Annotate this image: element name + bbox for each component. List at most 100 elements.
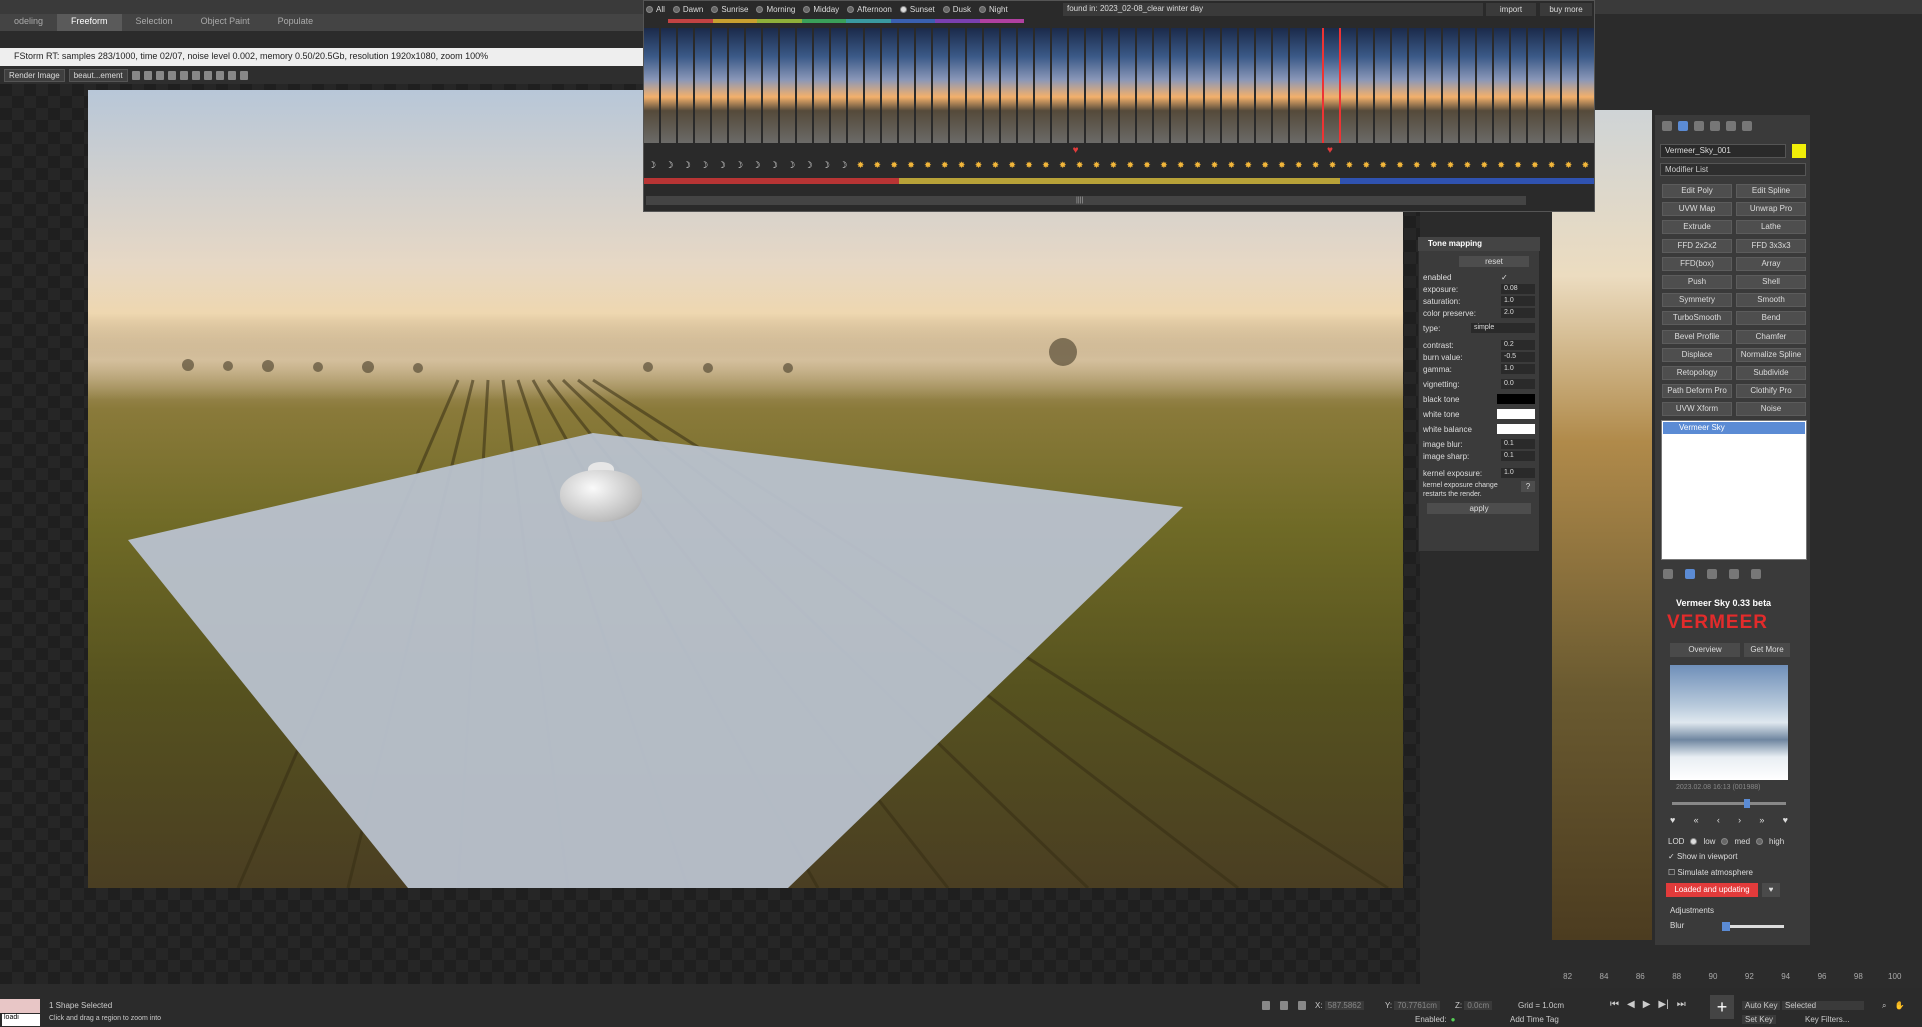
sky-thumbnail[interactable] xyxy=(1188,28,1203,143)
save-icon[interactable] xyxy=(131,70,140,80)
filter-night[interactable]: Night xyxy=(979,5,1008,14)
lod-med-radio[interactable] xyxy=(1721,838,1729,845)
burn-value-spinner[interactable]: -0.5 xyxy=(1501,352,1535,362)
sky-thumbnail[interactable] xyxy=(865,28,880,143)
sky-thumbnail[interactable] xyxy=(967,28,982,143)
modifier-button-displace[interactable]: Displace xyxy=(1662,347,1732,362)
enabled-dot-icon[interactable]: ● xyxy=(1451,1015,1456,1024)
sky-thumbnail[interactable] xyxy=(814,28,829,143)
tab-object-paint[interactable]: Object Paint xyxy=(187,14,264,31)
filter-morning[interactable]: Morning xyxy=(756,5,795,14)
filter-radio-icon[interactable] xyxy=(672,6,680,13)
isolate-icon[interactable] xyxy=(1262,1001,1270,1010)
sky-thumbnail[interactable] xyxy=(1086,28,1101,143)
filter-sunset[interactable]: Sunset xyxy=(899,5,935,14)
sky-thumbnail[interactable] xyxy=(1392,28,1407,143)
import-button[interactable]: import xyxy=(1486,3,1536,16)
x-coordinate[interactable]: X: 587.5862 xyxy=(1315,1001,1365,1010)
modifier-button-uvw-xform[interactable]: UVW Xform xyxy=(1662,402,1732,417)
sky-thumbnail[interactable] xyxy=(729,28,744,143)
sky-thumbnail[interactable] xyxy=(950,28,965,143)
maxscript-listener[interactable] xyxy=(0,999,40,1013)
sky-thumbnail[interactable] xyxy=(678,28,693,143)
sky-thumbnail[interactable] xyxy=(1035,28,1050,143)
modifier-button-edit-spline[interactable]: Edit Spline xyxy=(1736,184,1806,198)
lens-icon[interactable] xyxy=(239,70,248,80)
sky-thumbnail[interactable] xyxy=(1069,28,1084,143)
filter-dusk[interactable]: Dusk xyxy=(942,5,971,14)
filter-radio-icon[interactable] xyxy=(711,6,719,13)
sky-thumbnail[interactable] xyxy=(899,28,914,143)
sky-thumbnail[interactable] xyxy=(1307,28,1322,143)
go-to-end-icon[interactable]: ⏭ xyxy=(1677,999,1686,1010)
sky-thumbnail[interactable] xyxy=(1290,28,1305,143)
vignetting-spinner[interactable]: 0.0 xyxy=(1501,379,1535,389)
add-time-tag[interactable]: Add Time Tag xyxy=(1510,1015,1559,1024)
exposure-spinner[interactable]: 0.08 xyxy=(1501,284,1535,294)
absolute-mode-icon[interactable] xyxy=(1298,1001,1306,1010)
tab-modeling[interactable]: odeling xyxy=(0,14,57,31)
white-tone-swatch[interactable] xyxy=(1497,409,1535,419)
skip-forward-icon[interactable]: » xyxy=(1759,815,1764,827)
modifier-button-symmetry[interactable]: Symmetry xyxy=(1662,293,1732,308)
channel-select[interactable]: Render Image xyxy=(4,68,65,82)
lod-low-radio[interactable] xyxy=(1690,838,1698,845)
skip-back-icon[interactable]: « xyxy=(1694,815,1699,827)
simulate-atmosphere-checkbox[interactable]: ☐ Simulate atmosphere xyxy=(1668,868,1753,877)
sky-thumbnail[interactable] xyxy=(780,28,795,143)
auto-key-button[interactable]: Auto Key xyxy=(1742,1001,1781,1010)
maxscript-mini[interactable]: loadi xyxy=(2,1014,40,1026)
lock-icon[interactable] xyxy=(1280,1001,1288,1010)
tab-selection[interactable]: Selection xyxy=(122,14,187,31)
sky-thumbnail[interactable] xyxy=(1426,28,1441,143)
key-mode-dropdown[interactable]: Selected xyxy=(1782,1001,1864,1010)
sky-thumbnail[interactable] xyxy=(1477,28,1492,143)
image-sharp-spinner[interactable]: 0.1 xyxy=(1501,451,1535,461)
filter-midday[interactable]: Midday xyxy=(803,5,839,14)
filter-radio-icon[interactable] xyxy=(803,6,811,13)
help-button[interactable]: ? xyxy=(1521,481,1535,492)
y-coordinate[interactable]: Y: 70.7761cm xyxy=(1385,1001,1440,1010)
sky-thumbnail[interactable] xyxy=(1579,28,1594,143)
saturation-spinner[interactable]: 1.0 xyxy=(1501,296,1535,306)
modifier-button-chamfer[interactable]: Chamfer xyxy=(1736,329,1806,344)
remove-modifier-icon[interactable] xyxy=(1729,569,1739,579)
sky-thumbnail[interactable] xyxy=(1562,28,1577,143)
pause-icon[interactable] xyxy=(191,70,200,80)
sky-thumbnail[interactable] xyxy=(695,28,710,143)
filter-radio-icon[interactable] xyxy=(646,6,653,13)
modifier-button-turbosmooth[interactable]: TurboSmooth xyxy=(1662,311,1732,326)
play-icon[interactable]: ▶ xyxy=(1643,999,1651,1010)
color-preserve-spinner[interactable]: 2.0 xyxy=(1501,308,1535,318)
modifier-button-shell[interactable]: Shell xyxy=(1736,275,1806,289)
modifier-button-normalize-spline[interactable]: Normalize Spline xyxy=(1736,347,1806,362)
found-in-dropdown[interactable]: found in: 2023_02-08_clear winter day xyxy=(1063,3,1483,16)
settings-icon[interactable] xyxy=(227,70,236,80)
overview-button[interactable]: Overview xyxy=(1670,643,1740,657)
sky-thumbnail[interactable] xyxy=(1545,28,1560,143)
modify-icon[interactable] xyxy=(1678,121,1688,131)
filter-radio-icon[interactable] xyxy=(899,6,907,13)
sky-thumbnail[interactable] xyxy=(1375,28,1390,143)
show-in-viewport-checkbox[interactable]: ✓ Show in viewport xyxy=(1668,852,1737,861)
modifier-button-subdivide[interactable]: Subdivide xyxy=(1736,366,1806,380)
favorite-prev-icon[interactable]: ♥ xyxy=(1670,815,1675,827)
timeline-ruler[interactable]: 82 84 86 88 90 92 94 96 98 100 xyxy=(1550,960,1922,988)
prev-icon[interactable]: ‹ xyxy=(1717,815,1720,827)
display-icon[interactable] xyxy=(1726,121,1736,131)
modifier-stack[interactable] xyxy=(1661,420,1807,560)
modifier-button-path-deform-pro[interactable]: Path Deform Pro xyxy=(1662,384,1732,399)
pan-icon[interactable]: ✋ xyxy=(1894,1001,1904,1011)
show-end-result-icon[interactable] xyxy=(1685,569,1695,579)
zoom-icon[interactable] xyxy=(215,70,224,80)
sky-thumbnail[interactable] xyxy=(1443,28,1458,143)
blur-slider[interactable] xyxy=(1722,922,1784,931)
enabled-checkbox[interactable]: ✓ xyxy=(1501,273,1535,282)
vermeer-rollout-header[interactable]: Vermeer Sky 0.33 beta xyxy=(1662,598,1802,610)
get-more-button[interactable]: Get More xyxy=(1744,643,1790,657)
filter-radio-icon[interactable] xyxy=(979,6,987,13)
white-balance-swatch[interactable] xyxy=(1497,424,1535,434)
favorite-heart-icon[interactable]: ♥ xyxy=(1073,145,1079,156)
utilities-icon[interactable] xyxy=(1742,121,1752,131)
sky-preview-thumbnail[interactable] xyxy=(1670,665,1788,780)
